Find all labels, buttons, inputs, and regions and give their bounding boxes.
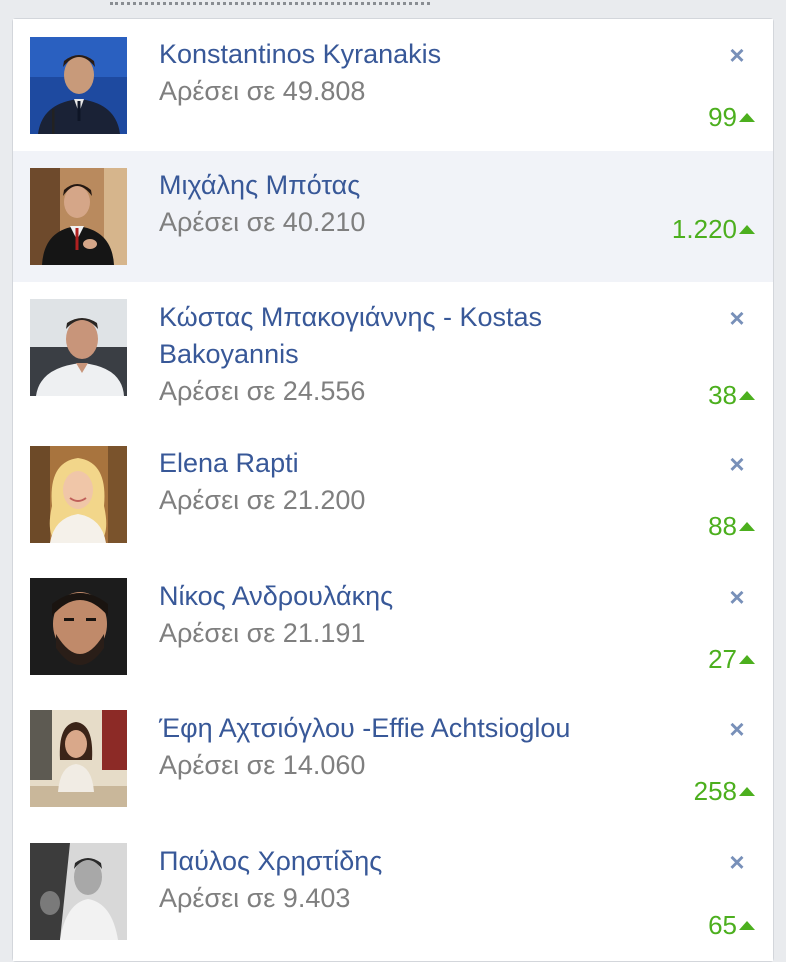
cropped-heading	[110, 0, 430, 5]
list-item[interactable]: Κώστας Μπακογιάννης - Kostas Bakoyannis …	[13, 282, 773, 429]
likes-count: Αρέσει σε 9.403	[159, 883, 351, 913]
list-item[interactable]: Konstantinos Kyranakis Αρέσει σε 49.808 …	[13, 19, 773, 152]
page-name[interactable]: Μιχάλης Μπότας	[159, 167, 629, 204]
growth-value: 1.220	[671, 214, 737, 244]
likes-count: Αρέσει σε 21.200	[159, 485, 366, 515]
avatar[interactable]	[30, 710, 127, 807]
list-item[interactable]: Παύλος Χρηστίδης Αρέσει σε 9.403 × 65	[13, 826, 773, 961]
likes-count: Αρέσει σε 49.808	[159, 76, 366, 106]
page-name[interactable]: Konstantinos Kyranakis	[159, 36, 629, 73]
growth-value: 38	[708, 380, 737, 410]
close-icon[interactable]: ×	[726, 42, 748, 68]
pages-to-watch-list: Konstantinos Kyranakis Αρέσει σε 49.808 …	[12, 18, 774, 962]
triangle-up-icon	[739, 391, 755, 400]
growth-value: 258	[693, 776, 737, 806]
likes-count: Αρέσει σε 14.060	[159, 750, 366, 780]
growth-value: 27	[708, 644, 737, 674]
avatar[interactable]	[30, 37, 127, 134]
growth-value: 99	[708, 102, 737, 132]
triangle-up-icon	[739, 522, 755, 531]
top-strip	[0, 0, 786, 20]
list-item[interactable]: Νίκος Ανδρουλάκης Αρέσει σε 21.191 × 27	[13, 561, 773, 694]
triangle-up-icon	[739, 921, 755, 930]
growth-badge: 88	[708, 511, 755, 541]
close-icon[interactable]: ×	[726, 584, 748, 610]
page-name[interactable]: Elena Rapti	[159, 445, 629, 482]
likes-count: Αρέσει σε 21.191	[159, 618, 366, 648]
triangle-up-icon	[739, 655, 755, 664]
growth-value: 65	[708, 910, 737, 940]
avatar[interactable]	[30, 578, 127, 675]
avatar[interactable]	[30, 446, 127, 543]
avatar[interactable]	[30, 299, 127, 396]
growth-badge: 38	[708, 380, 755, 410]
avatar[interactable]	[30, 168, 127, 265]
growth-value: 88	[708, 511, 737, 541]
triangle-up-icon	[739, 113, 755, 122]
triangle-up-icon	[739, 225, 755, 234]
close-icon[interactable]: ×	[726, 716, 748, 742]
avatar[interactable]	[30, 843, 127, 940]
likes-count: Αρέσει σε 40.210	[159, 207, 366, 237]
close-icon[interactable]: ×	[726, 849, 748, 875]
growth-badge: 65	[708, 910, 755, 940]
page-name[interactable]: Έφη Αχτσιόγλου -Effie Achtsioglou	[159, 710, 629, 747]
page-name[interactable]: Κώστας Μπακογιάννης - Kostas Bakoyannis	[159, 299, 629, 373]
growth-badge: 258	[694, 776, 755, 806]
close-icon[interactable]: ×	[726, 305, 748, 331]
triangle-up-icon	[739, 787, 755, 796]
growth-badge: 1.220	[672, 214, 755, 244]
growth-badge: 27	[708, 644, 755, 674]
page-name[interactable]: Παύλος Χρηστίδης	[159, 843, 629, 880]
list-item[interactable]: Έφη Αχτσιόγλου -Effie Achtsioglou Αρέσει…	[13, 693, 773, 827]
list-item[interactable]: Elena Rapti Αρέσει σε 21.200 × 88	[13, 428, 773, 562]
growth-badge: 99	[708, 102, 755, 132]
likes-count: Αρέσει σε 24.556	[159, 376, 366, 406]
page-name[interactable]: Νίκος Ανδρουλάκης	[159, 578, 629, 615]
close-icon[interactable]: ×	[726, 451, 748, 477]
list-item[interactable]: Μιχάλης Μπότας Αρέσει σε 40.210 1.220	[13, 151, 773, 283]
